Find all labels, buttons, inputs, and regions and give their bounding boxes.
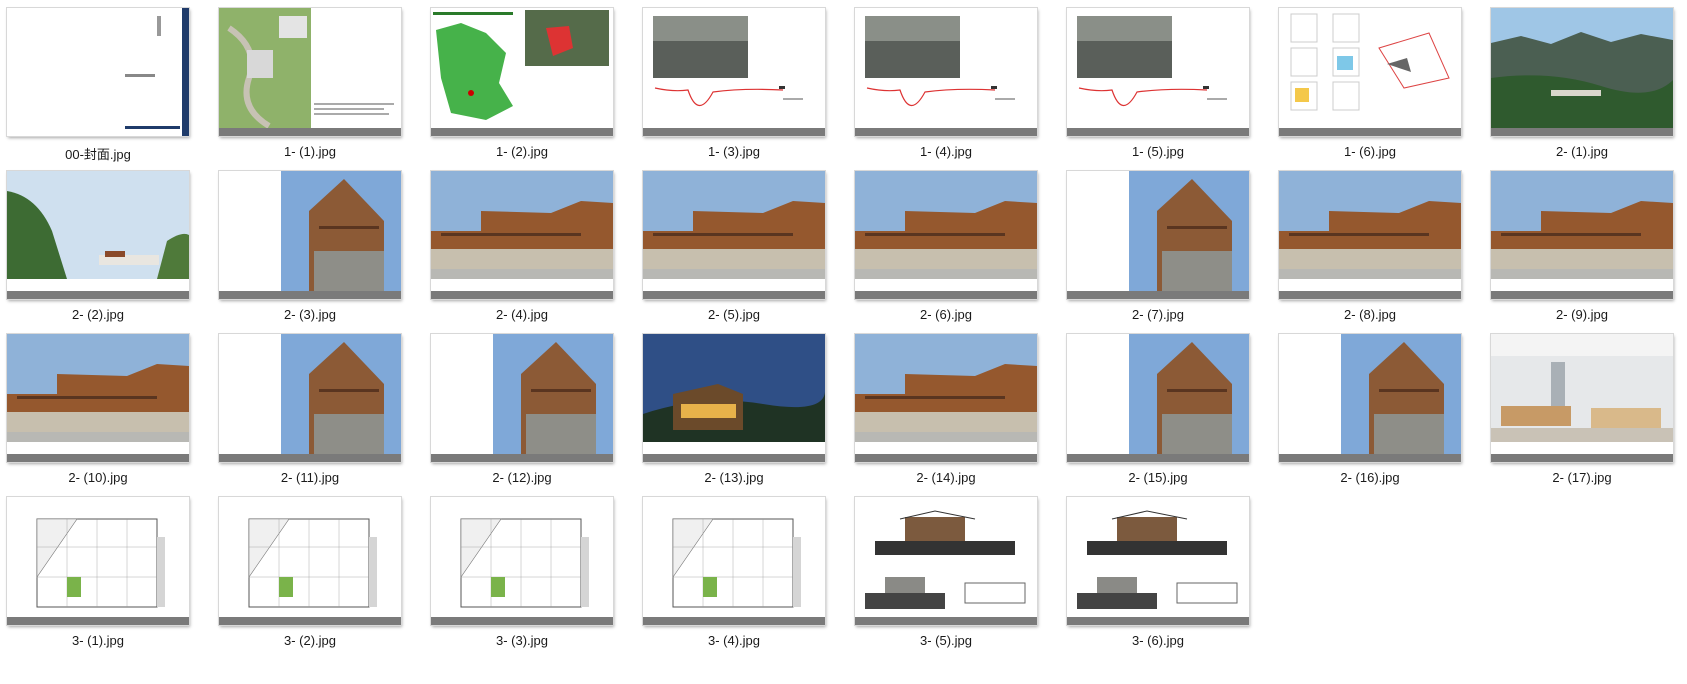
file-thumbnail[interactable] xyxy=(1490,170,1674,300)
file-name-label[interactable]: 2- (5).jpg xyxy=(643,307,825,322)
file-item[interactable]: 2- (9).jpg xyxy=(1490,170,1674,322)
file-name-label[interactable]: 2- (13).jpg xyxy=(643,470,825,485)
file-name-label[interactable]: 1- (5).jpg xyxy=(1067,144,1249,159)
file-thumbnail[interactable] xyxy=(6,7,190,137)
file-thumbnail[interactable] xyxy=(430,7,614,137)
file-name-label[interactable]: 2- (8).jpg xyxy=(1279,307,1461,322)
file-item[interactable]: 2- (11).jpg xyxy=(218,333,402,485)
file-item[interactable]: 00-封面.jpg xyxy=(6,7,190,163)
file-thumbnail[interactable] xyxy=(1278,7,1462,137)
file-item[interactable]: 2- (3).jpg xyxy=(218,170,402,322)
file-name-label[interactable]: 1- (4).jpg xyxy=(855,144,1037,159)
file-item[interactable]: 1- (4).jpg xyxy=(854,7,1038,159)
file-name-label[interactable]: 2- (6).jpg xyxy=(855,307,1037,322)
file-thumbnail[interactable] xyxy=(6,496,190,626)
file-thumbnail[interactable] xyxy=(1066,170,1250,300)
file-thumbnail[interactable] xyxy=(1278,170,1462,300)
file-thumbnail[interactable] xyxy=(642,333,826,463)
file-name-label[interactable]: 2- (16).jpg xyxy=(1279,470,1461,485)
file-thumbnail[interactable] xyxy=(430,496,614,626)
file-name-label[interactable]: 2- (3).jpg xyxy=(219,307,401,322)
file-thumbnail[interactable] xyxy=(854,7,1038,137)
file-item[interactable]: 2- (13).jpg xyxy=(642,333,826,485)
file-thumbnail[interactable] xyxy=(1066,7,1250,137)
file-name-label[interactable]: 2- (2).jpg xyxy=(7,307,189,322)
file-item[interactable]: 2- (16).jpg xyxy=(1278,333,1462,485)
file-name-label[interactable]: 3- (4).jpg xyxy=(643,633,825,648)
file-name-label[interactable]: 2- (7).jpg xyxy=(1067,307,1249,322)
file-thumbnail[interactable] xyxy=(6,333,190,463)
file-thumbnail[interactable] xyxy=(218,170,402,300)
file-item[interactable]: 2- (7).jpg xyxy=(1066,170,1250,322)
file-name-label[interactable]: 3- (1).jpg xyxy=(7,633,189,648)
file-name-label[interactable]: 2- (9).jpg xyxy=(1491,307,1673,322)
file-name-label[interactable]: 2- (14).jpg xyxy=(855,470,1037,485)
file-thumbnail[interactable] xyxy=(1066,333,1250,463)
file-thumbnail[interactable] xyxy=(430,170,614,300)
file-item[interactable]: 3- (1).jpg xyxy=(6,496,190,648)
file-item[interactable]: 1- (1).jpg xyxy=(218,7,402,159)
file-item[interactable]: 1- (3).jpg xyxy=(642,7,826,159)
file-thumbnail[interactable] xyxy=(642,170,826,300)
file-item[interactable]: 2- (17).jpg xyxy=(1490,333,1674,485)
file-thumbnail[interactable] xyxy=(218,7,402,137)
file-item[interactable]: 2- (1).jpg xyxy=(1490,7,1674,159)
file-item[interactable]: 2- (12).jpg xyxy=(430,333,614,485)
file-item[interactable]: 2- (10).jpg xyxy=(6,333,190,485)
file-item[interactable]: 2- (4).jpg xyxy=(430,170,614,322)
file-name-label[interactable]: 3- (2).jpg xyxy=(219,633,401,648)
file-item[interactable]: 2- (6).jpg xyxy=(854,170,1038,322)
file-thumbnail[interactable] xyxy=(218,496,402,626)
file-item[interactable]: 1- (2).jpg xyxy=(430,7,614,159)
file-name-label[interactable]: 3- (6).jpg xyxy=(1067,633,1249,648)
file-thumbnail[interactable] xyxy=(642,496,826,626)
file-item[interactable]: 2- (14).jpg xyxy=(854,333,1038,485)
file-name-label[interactable]: 1- (2).jpg xyxy=(431,144,613,159)
file-name-label[interactable]: 2- (1).jpg xyxy=(1491,144,1673,159)
file-item[interactable]: 2- (15).jpg xyxy=(1066,333,1250,485)
file-item[interactable]: 3- (4).jpg xyxy=(642,496,826,648)
file-name-label[interactable]: 2- (15).jpg xyxy=(1067,470,1249,485)
file-name-label[interactable]: 00-封面.jpg xyxy=(7,144,189,163)
file-name-label[interactable]: 2- (11).jpg xyxy=(219,470,401,485)
file-item[interactable]: 2- (2).jpg xyxy=(6,170,190,322)
file-thumbnail[interactable] xyxy=(430,333,614,463)
file-name-label[interactable]: 2- (12).jpg xyxy=(431,470,613,485)
file-item[interactable]: 3- (2).jpg xyxy=(218,496,402,648)
file-thumbnail[interactable] xyxy=(642,7,826,137)
file-name-label[interactable]: 2- (4).jpg xyxy=(431,307,613,322)
file-name-label[interactable]: 3- (3).jpg xyxy=(431,633,613,648)
file-thumbnail[interactable] xyxy=(1278,333,1462,463)
file-item[interactable]: 3- (5).jpg xyxy=(854,496,1038,648)
file-thumbnail[interactable] xyxy=(854,496,1038,626)
file-thumbnail-grid: 00-封面.jpg 1- (1).jpg 1- (2).jpg 1- (3).j… xyxy=(0,0,1687,684)
file-item[interactable]: 1- (5).jpg xyxy=(1066,7,1250,159)
file-name-label[interactable]: 1- (1).jpg xyxy=(219,144,401,159)
file-thumbnail[interactable] xyxy=(1490,7,1674,137)
file-thumbnail[interactable] xyxy=(1490,333,1674,463)
file-name-label[interactable]: 1- (6).jpg xyxy=(1279,144,1461,159)
file-name-label[interactable]: 3- (5).jpg xyxy=(855,633,1037,648)
file-thumbnail[interactable] xyxy=(854,170,1038,300)
file-thumbnail[interactable] xyxy=(1066,496,1250,626)
file-thumbnail[interactable] xyxy=(854,333,1038,463)
file-thumbnail[interactable] xyxy=(218,333,402,463)
file-item[interactable]: 2- (8).jpg xyxy=(1278,170,1462,322)
file-item[interactable]: 3- (3).jpg xyxy=(430,496,614,648)
file-name-label[interactable]: 1- (3).jpg xyxy=(643,144,825,159)
file-item[interactable]: 1- (6).jpg xyxy=(1278,7,1462,159)
file-item[interactable]: 2- (5).jpg xyxy=(642,170,826,322)
file-name-label[interactable]: 2- (17).jpg xyxy=(1491,470,1673,485)
file-item[interactable]: 3- (6).jpg xyxy=(1066,496,1250,648)
file-thumbnail[interactable] xyxy=(6,170,190,300)
file-name-label[interactable]: 2- (10).jpg xyxy=(7,470,189,485)
